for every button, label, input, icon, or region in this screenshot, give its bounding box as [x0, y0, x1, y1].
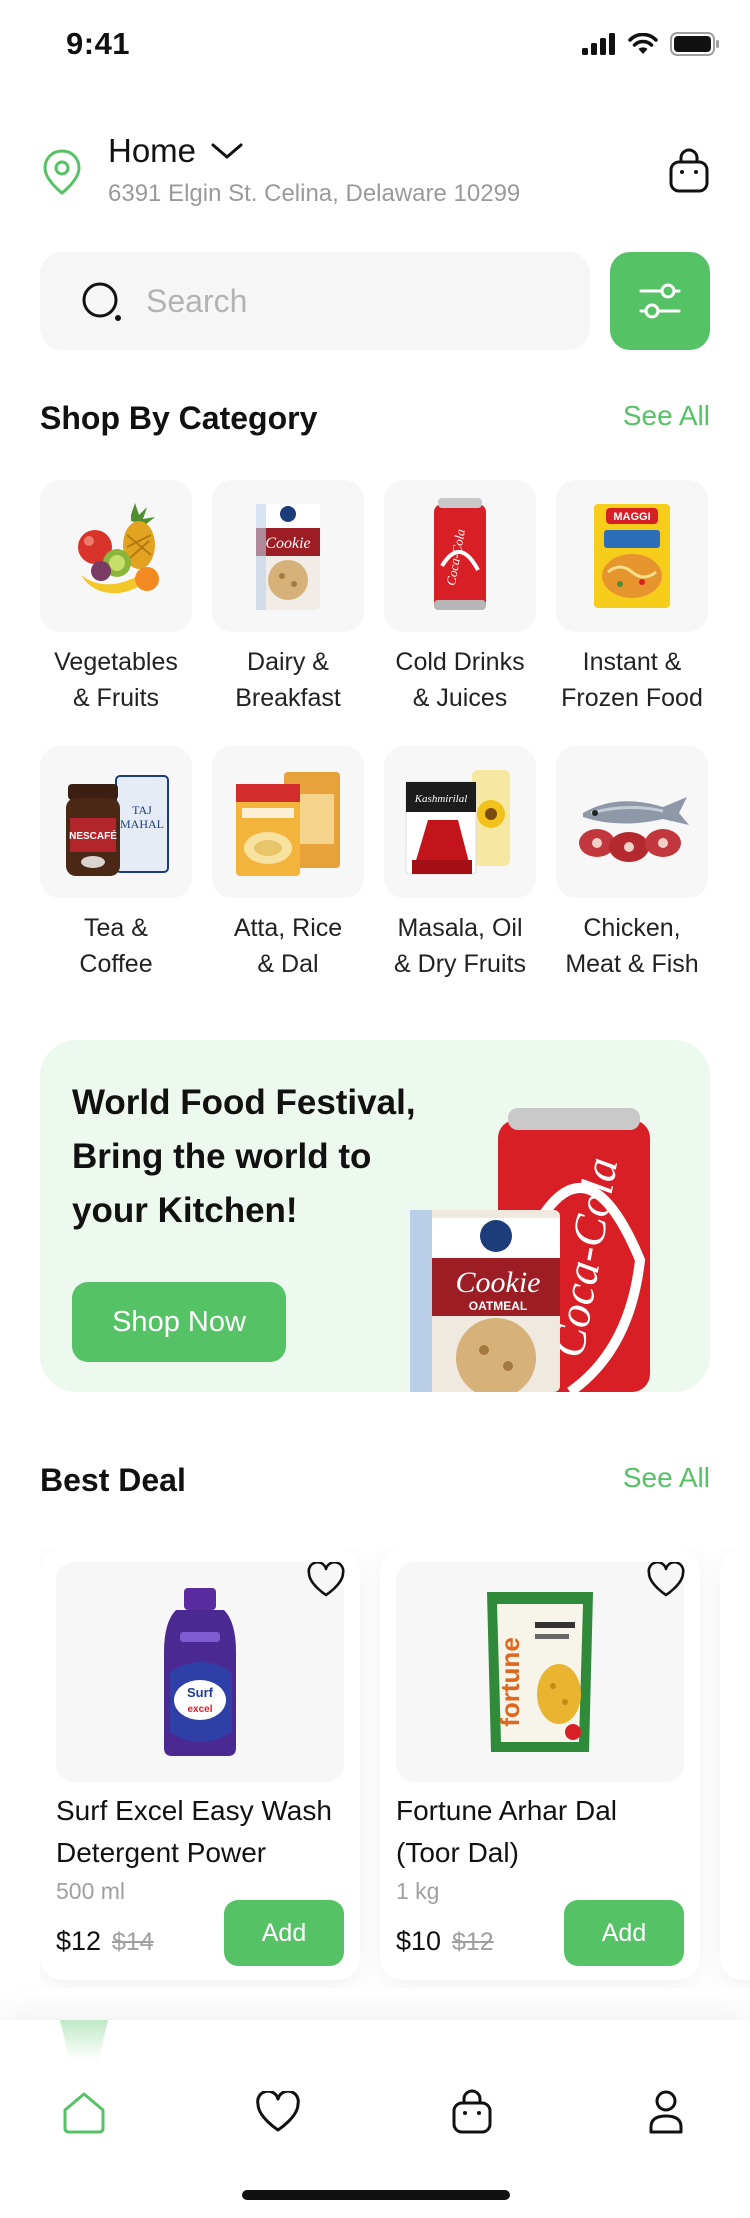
deals-carousel[interactable]: Surf excel Surf Excel Easy Wash Detergen…	[40, 1548, 750, 1988]
fruits-basket-icon	[40, 480, 192, 632]
favorite-heart-icon[interactable]	[646, 1562, 686, 1598]
location-pin-icon	[43, 149, 81, 195]
svg-text:OATMEAL: OATMEAL	[469, 1299, 527, 1313]
signal-icon	[582, 33, 615, 55]
deals-see-all-link[interactable]: See All	[623, 1462, 710, 1494]
svg-text:Kashmirilal: Kashmirilal	[414, 793, 468, 805]
category-chicken-meat-fish[interactable]: Chicken, Meat & Fish	[556, 746, 708, 982]
deal-card[interactable]: fortune Fortune Arhar Dal (Toor Dal) 1 k…	[380, 1548, 700, 1980]
category-instant-frozen[interactable]: MAGGI Instant & Frozen Food	[556, 480, 708, 716]
svg-text:Cookie: Cookie	[265, 535, 310, 552]
heart-icon	[256, 2091, 300, 2132]
svg-text:Surf: Surf	[187, 1685, 214, 1700]
home-indicator	[242, 2190, 510, 2200]
svg-text:MAGGI: MAGGI	[613, 511, 650, 523]
category-cold-drinks[interactable]: Coca-Cola Cold Drinks & Juices	[384, 480, 536, 716]
profile-icon	[649, 2090, 683, 2134]
filter-sliders-icon	[639, 283, 681, 319]
category-label: Instant & Frozen Food	[561, 648, 703, 712]
noodles-pack-icon: MAGGI	[556, 480, 708, 632]
grain-bags-icon	[212, 746, 364, 898]
oatmeal-pack-icon: Cookie	[212, 480, 364, 632]
bottom-navigation	[0, 2020, 750, 2218]
promo-banner: World Food Festival, Bring the world to …	[40, 1040, 710, 1392]
product-price: $10	[396, 1926, 442, 1956]
battery-icon	[670, 32, 719, 56]
detergent-bottle-icon: Surf excel	[56, 1562, 344, 1782]
product-name: Surf Excel Easy Wash Detergent Power	[56, 1795, 332, 1868]
category-dairy-breakfast[interactable]: Cookie Dairy & Breakfast	[212, 480, 364, 716]
category-label: Dairy & Breakfast	[235, 648, 341, 712]
status-icons	[582, 32, 720, 56]
search-bar	[40, 252, 590, 350]
location-selector[interactable]: Home	[108, 132, 244, 170]
deal-card-partial[interactable]	[720, 1548, 750, 1980]
category-label: Tea & Coffee	[79, 914, 153, 978]
filter-button[interactable]	[610, 252, 710, 350]
home-icon	[63, 2092, 105, 2134]
category-label: Atta, Rice & Dal	[233, 914, 343, 978]
location-title: Home	[108, 132, 197, 169]
shopping-bag-icon[interactable]	[668, 148, 710, 194]
category-tea-coffee[interactable]: TAJ MAHAL NESCAFÉ Tea & Coffee	[40, 746, 192, 982]
favorite-heart-icon[interactable]	[306, 1562, 346, 1598]
category-section-header: Shop By Category See All	[40, 394, 710, 444]
chevron-down-icon	[211, 143, 243, 159]
svg-text:NESCAFÉ: NESCAFÉ	[69, 829, 117, 842]
deals-section-title: Best Deal	[40, 1462, 186, 1498]
location-header: Home 6391 Elgin St. Celina, Delaware 102…	[40, 128, 710, 218]
category-label: Vegetables & Fruits	[54, 648, 178, 712]
search-input[interactable]	[146, 270, 566, 332]
category-atta-rice-dal[interactable]: Atta, Rice & Dal	[212, 746, 364, 982]
status-bar: 9:41	[0, 0, 750, 90]
search-icon	[82, 282, 121, 321]
nav-favorites[interactable]	[238, 2082, 318, 2142]
spice-oil-icon: Kashmirilal	[384, 746, 536, 898]
soda-can-icon: Coca-Cola	[384, 480, 536, 632]
category-masala-oil[interactable]: Kashmirilal Masala, Oil & Dry Fruits	[384, 746, 536, 982]
location-address: 6391 Elgin St. Celina, Delaware 10299	[108, 180, 521, 207]
meat-fish-icon	[556, 746, 708, 898]
wifi-icon	[628, 33, 658, 54]
product-size: 1 kg	[396, 1878, 440, 1904]
deal-card[interactable]: Surf excel Surf Excel Easy Wash Detergen…	[40, 1548, 360, 1980]
category-label: Chicken, Meat & Fish	[565, 914, 699, 978]
svg-text:excel: excel	[187, 1704, 212, 1715]
status-time: 9:41	[66, 26, 131, 61]
category-label: Cold Drinks & Juices	[395, 648, 525, 712]
category-vegetables-fruits[interactable]: Vegetables & Fruits	[40, 480, 192, 716]
nav-profile[interactable]	[626, 2082, 706, 2142]
coffee-jar-icon: TAJ MAHAL NESCAFÉ	[40, 746, 192, 898]
svg-text:TAJ: TAJ	[132, 803, 152, 817]
product-name: Fortune Arhar Dal (Toor Dal)	[396, 1795, 617, 1868]
svg-text:fortune: fortune	[495, 1637, 525, 1727]
nav-cart[interactable]	[432, 2082, 512, 2142]
category-label: Masala, Oil & Dry Fruits	[394, 914, 526, 978]
product-price: $12	[56, 1926, 102, 1956]
product-old-price: $12	[452, 1928, 494, 1956]
category-see-all-link[interactable]: See All	[623, 400, 710, 432]
nav-home[interactable]	[44, 2082, 124, 2142]
dal-pack-icon: fortune	[396, 1562, 684, 1782]
svg-text:MAHAL: MAHAL	[120, 817, 164, 831]
svg-text:Cookie: Cookie	[456, 1266, 541, 1299]
add-to-cart-button[interactable]: Add	[564, 1900, 684, 1966]
deals-section-header: Best Deal See All	[40, 1456, 710, 1506]
active-tab-indicator	[60, 2020, 108, 2060]
add-to-cart-button[interactable]: Add	[224, 1900, 344, 1966]
banner-products-image: Coca-Cola Cookie OATMEAL	[410, 1108, 650, 1392]
product-size: 500 ml	[56, 1878, 126, 1904]
bag-icon	[452, 2089, 492, 2134]
product-old-price: $14	[112, 1928, 154, 1956]
category-section-title: Shop By Category	[40, 400, 318, 436]
shop-now-button[interactable]: Shop Now	[72, 1282, 286, 1362]
